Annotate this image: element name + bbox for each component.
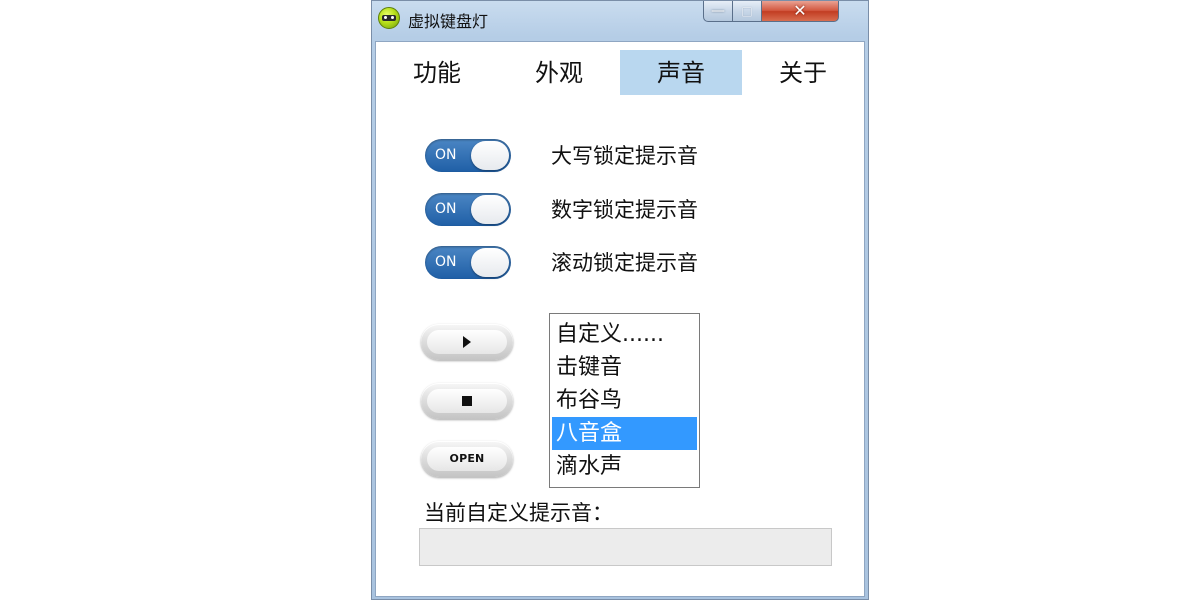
maximize-button[interactable]: □: [732, 1, 762, 22]
list-item[interactable]: 自定义......: [552, 318, 697, 351]
app-window: 虚拟键盘灯 — □ ✕ 功能 外观 声音 关于 ON 大写锁定提示音 ON 数字…: [371, 0, 869, 600]
window-title: 虚拟键盘灯: [408, 12, 489, 31]
sound-listbox[interactable]: 自定义...... 击键音 布谷鸟 八音盒 滴水声: [549, 313, 700, 488]
client-area: 功能 外观 声音 关于 ON 大写锁定提示音 ON 数字锁定提示音 ON 滚动锁…: [375, 41, 865, 597]
minimize-button[interactable]: —: [703, 1, 733, 22]
scroll-lock-sound-label: 滚动锁定提示音: [551, 251, 698, 275]
open-button-label: OPEN: [449, 452, 485, 465]
toggle-knob: [471, 141, 509, 170]
toggle-state-text: ON: [435, 201, 457, 217]
num-lock-sound-label: 数字锁定提示音: [551, 198, 698, 222]
scroll-lock-sound-toggle[interactable]: ON: [425, 246, 511, 279]
tab-bar: 功能 外观 声音 关于: [376, 50, 864, 96]
toggle-state-text: ON: [435, 147, 457, 163]
keyboard-led-app-icon[interactable]: [378, 7, 400, 29]
list-item[interactable]: 布谷鸟: [552, 384, 697, 417]
toggle-state-text: ON: [435, 254, 457, 270]
minimize-icon: —: [711, 3, 725, 19]
num-lock-sound-toggle[interactable]: ON: [425, 193, 511, 226]
toggle-knob: [471, 195, 509, 224]
stop-button[interactable]: [421, 383, 513, 419]
play-icon: [463, 336, 471, 348]
list-item[interactable]: 滴水声: [552, 450, 697, 483]
play-button[interactable]: [421, 324, 513, 360]
tab-sound[interactable]: 声音: [620, 50, 742, 95]
caps-lock-sound-toggle[interactable]: ON: [425, 139, 511, 172]
close-icon: ✕: [793, 1, 807, 20]
list-item-selected[interactable]: 八音盒: [552, 417, 697, 450]
list-item[interactable]: 击键音: [552, 351, 697, 384]
tab-appearance[interactable]: 外观: [498, 50, 620, 95]
open-button[interactable]: OPEN: [421, 441, 513, 477]
caps-lock-sound-label: 大写锁定提示音: [551, 144, 698, 168]
stop-icon: [462, 396, 472, 406]
tab-about[interactable]: 关于: [742, 50, 864, 95]
maximize-icon: □: [741, 4, 753, 18]
toggle-knob: [471, 248, 509, 277]
title-bar[interactable]: 虚拟键盘灯 — □ ✕: [372, 1, 868, 37]
current-custom-sound-label: 当前自定义提示音：: [424, 501, 613, 525]
current-custom-sound-field: [419, 528, 832, 566]
tab-functions[interactable]: 功能: [376, 50, 498, 95]
close-button[interactable]: ✕: [761, 1, 839, 22]
